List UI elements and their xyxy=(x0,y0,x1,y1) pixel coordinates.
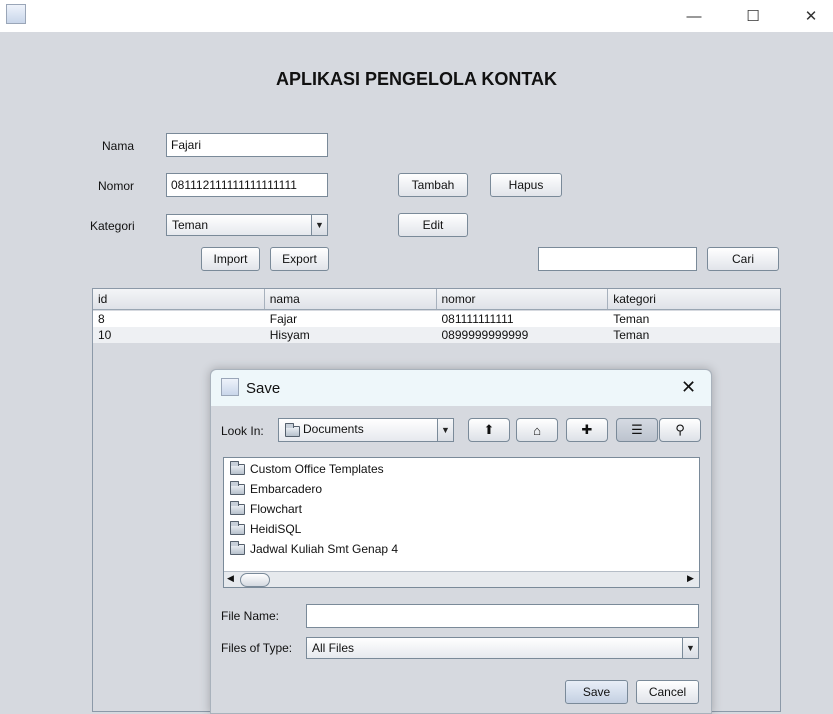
file-name-input[interactable] xyxy=(306,604,699,628)
nama-label: Nama xyxy=(102,139,135,153)
home-button[interactable]: ⌂ xyxy=(516,418,558,442)
file-name: Jadwal Kuliah Smt Genap 4 xyxy=(250,542,399,556)
details-view-icon: ⚲ xyxy=(675,422,685,437)
new-folder-button[interactable]: ✚ xyxy=(566,418,608,442)
folder-icon xyxy=(230,540,245,555)
cell-id: 10 xyxy=(98,328,112,342)
table-header: id nama nomor kategori xyxy=(93,289,780,310)
save-dialog: Save ✕ Look In: Documents ▼ ⬆ ⌂ ✚ ☰ ⚲ Cu… xyxy=(210,369,712,714)
file-name: HeidiSQL xyxy=(250,522,302,536)
java-app-icon xyxy=(221,378,239,396)
import-button[interactable]: Import xyxy=(201,247,260,271)
table-row[interactable]: 10 Hisyam 0899999999999 Teman xyxy=(93,327,780,343)
cell-nomor: 0899999999999 xyxy=(441,328,529,342)
cell-kategori: Teman xyxy=(613,328,650,342)
look-in-label: Look In: xyxy=(221,424,264,438)
home-icon: ⌂ xyxy=(533,422,541,438)
kategori-select[interactable]: Teman ▼ xyxy=(166,214,328,236)
scrollbar-thumb[interactable] xyxy=(240,573,270,587)
list-item[interactable]: Embarcadero xyxy=(230,480,322,498)
close-icon: ✕ xyxy=(804,8,818,25)
new-folder-icon: ✚ xyxy=(581,422,593,437)
file-name: Custom Office Templates xyxy=(250,462,384,476)
maximize-button[interactable]: ☐ xyxy=(730,0,776,32)
close-icon: ✕ xyxy=(681,377,697,397)
kategori-label: Kategori xyxy=(90,219,135,233)
search-input[interactable] xyxy=(538,247,697,271)
chevron-down-icon: ▼ xyxy=(437,419,453,441)
chevron-down-icon: ▼ xyxy=(311,215,327,235)
scroll-right-icon[interactable]: ▶ xyxy=(687,573,694,584)
folder-icon xyxy=(285,423,300,437)
cell-nomor: 081111111111 xyxy=(441,312,514,326)
nomor-label: Nomor xyxy=(98,179,135,193)
nomor-input[interactable]: 081112111111111111111 xyxy=(166,173,328,197)
file-name-label: File Name: xyxy=(221,609,280,623)
look-in-value: Documents xyxy=(303,422,364,436)
edit-button[interactable]: Edit xyxy=(398,213,468,237)
page-title: APLIKASI PENGELOLA KONTAK xyxy=(275,69,557,89)
horizontal-scrollbar[interactable]: ◀ ▶ xyxy=(224,571,699,587)
up-folder-icon: ⬆ xyxy=(483,422,495,437)
tambah-button[interactable]: Tambah xyxy=(398,173,468,197)
list-view-button[interactable]: ☰ xyxy=(616,418,658,442)
minimize-button[interactable]: — xyxy=(671,0,717,32)
folder-icon xyxy=(230,480,245,495)
cari-button[interactable]: Cari xyxy=(707,247,779,271)
scroll-left-icon[interactable]: ◀ xyxy=(227,573,234,584)
column-header[interactable]: kategori xyxy=(608,289,780,309)
cell-kategori: Teman xyxy=(613,312,650,326)
list-item[interactable]: Custom Office Templates xyxy=(230,460,384,478)
folder-icon xyxy=(230,520,245,535)
column-header[interactable]: nama xyxy=(265,289,437,309)
minimize-icon: — xyxy=(686,7,702,25)
list-view-icon: ☰ xyxy=(631,422,643,437)
java-app-icon xyxy=(6,4,26,24)
file-list: Custom Office Templates Embarcadero Flow… xyxy=(223,457,700,588)
details-view-button[interactable]: ⚲ xyxy=(659,418,701,442)
folder-icon xyxy=(230,500,245,515)
hapus-button[interactable]: Hapus xyxy=(490,173,562,197)
file-type-value: All Files xyxy=(312,641,355,655)
dialog-close-button[interactable]: ✕ xyxy=(681,377,696,398)
chevron-down-icon: ▼ xyxy=(682,638,698,658)
export-button[interactable]: Export xyxy=(270,247,329,271)
nama-input[interactable]: Fajari xyxy=(166,133,328,157)
cell-id: 8 xyxy=(98,312,105,326)
cell-nama: Hisyam xyxy=(269,328,310,342)
table-row[interactable]: 8 Fajar 081111111111 Teman xyxy=(93,311,780,327)
dialog-titlebar: Save ✕ xyxy=(211,370,711,406)
file-name: Flowchart xyxy=(250,502,303,516)
column-header[interactable]: nomor xyxy=(437,289,609,309)
up-folder-button[interactable]: ⬆ xyxy=(468,418,510,442)
file-type-select[interactable]: All Files ▼ xyxy=(306,637,699,659)
window-titlebar: — ☐ ✕ xyxy=(0,0,833,32)
cell-nama: Fajar xyxy=(269,312,298,326)
column-header[interactable]: id xyxy=(93,289,265,309)
close-window-button[interactable]: ✕ xyxy=(788,0,833,32)
list-item[interactable]: Jadwal Kuliah Smt Genap 4 xyxy=(230,540,398,558)
list-item[interactable]: HeidiSQL xyxy=(230,520,301,538)
kategori-value: Teman xyxy=(172,218,209,232)
dialog-title: Save xyxy=(246,380,281,397)
save-button[interactable]: Save xyxy=(565,680,628,704)
maximize-icon: ☐ xyxy=(746,8,760,25)
cancel-button[interactable]: Cancel xyxy=(636,680,699,704)
file-name: Embarcadero xyxy=(250,482,323,496)
list-item[interactable]: Flowchart xyxy=(230,500,302,518)
file-type-label: Files of Type: xyxy=(221,641,293,655)
folder-icon xyxy=(230,460,245,475)
look-in-select[interactable]: Documents ▼ xyxy=(278,418,454,442)
